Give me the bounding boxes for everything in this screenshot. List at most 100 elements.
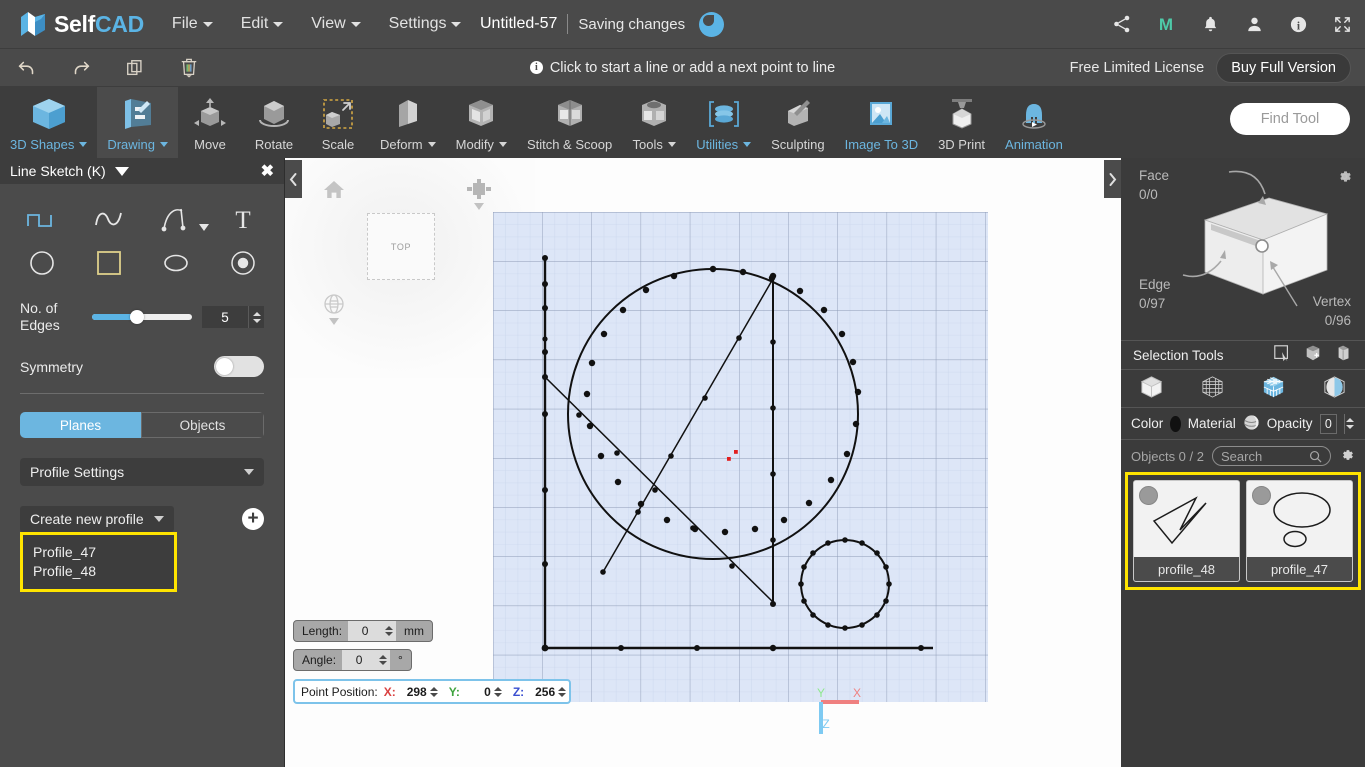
stepper-down-icon[interactable]	[1346, 425, 1355, 429]
close-icon[interactable]: ✖	[261, 161, 274, 181]
object-card-profile-47[interactable]: profile_47	[1246, 480, 1353, 582]
point-position-field[interactable]: Point Position: X: 298 Y: 0 Z: 256	[293, 679, 572, 704]
shaded-mode-icon[interactable]	[1322, 374, 1347, 404]
ribbon-animation[interactable]: Animation	[995, 87, 1073, 158]
stepper-up-icon[interactable]	[252, 311, 261, 316]
stepper-down-icon[interactable]	[558, 692, 567, 697]
planes-tab[interactable]: Planes	[20, 412, 141, 438]
wireframe-mode-icon[interactable]	[1200, 374, 1225, 404]
mesh-mode-icon[interactable]	[1261, 374, 1286, 404]
menu-file[interactable]: File	[172, 15, 213, 33]
box-add-icon[interactable]	[1304, 344, 1322, 367]
home-view-button[interactable]	[323, 179, 345, 205]
ribbon-move[interactable]: Move	[178, 87, 242, 158]
stepper-up-icon[interactable]	[429, 686, 438, 691]
menu-settings[interactable]: Settings	[389, 15, 462, 33]
length-stepper[interactable]	[382, 621, 397, 641]
length-field[interactable]: Length: 0 mm	[293, 620, 434, 642]
text-tool[interactable]: T	[209, 198, 276, 240]
stepper-up-icon[interactable]	[558, 686, 567, 691]
stepper-up-icon[interactable]	[493, 686, 502, 691]
angle-field[interactable]: Angle: 0 °	[293, 649, 412, 671]
objects-settings-button[interactable]	[1339, 447, 1355, 466]
y-stepper[interactable]	[491, 682, 505, 702]
menu-view[interactable]: View	[311, 15, 361, 33]
undo-button[interactable]	[0, 49, 54, 87]
collapse-left-panel-button[interactable]	[285, 160, 302, 198]
angle-stepper[interactable]	[376, 650, 391, 670]
user-icon[interactable]	[1243, 13, 1265, 35]
view-cube[interactable]: TOP	[367, 213, 435, 280]
globe-view-button[interactable]	[321, 293, 347, 332]
bezier-pen-tool[interactable]	[142, 198, 209, 240]
buy-full-version-button[interactable]: Buy Full Version	[1216, 52, 1351, 83]
expand-right-panel-button[interactable]	[1104, 160, 1121, 198]
profile-settings-dropdown[interactable]: Profile Settings	[20, 458, 264, 486]
length-value[interactable]: 0	[348, 621, 383, 641]
material-icon[interactable]	[1243, 414, 1260, 434]
info-icon[interactable]: i	[1287, 13, 1309, 35]
slider-knob[interactable]	[130, 310, 144, 324]
maker-m-icon[interactable]: M	[1155, 13, 1177, 35]
objects-tab[interactable]: Objects	[141, 412, 264, 438]
bell-icon[interactable]	[1199, 13, 1221, 35]
ribbon-rotate[interactable]: Rotate	[242, 87, 306, 158]
share-icon[interactable]	[1111, 13, 1133, 35]
edges-stepper[interactable]	[248, 306, 264, 328]
y-value[interactable]: 0	[463, 685, 491, 699]
stepper-up-icon[interactable]	[379, 655, 388, 659]
stepper-down-icon[interactable]	[493, 692, 502, 697]
ribbon-sculpting[interactable]: Sculpting	[761, 87, 834, 158]
ellipse-tool[interactable]	[142, 242, 209, 284]
delete-button[interactable]	[162, 49, 216, 87]
rectangle-tool[interactable]	[75, 242, 142, 284]
ribbon-stitch-scoop[interactable]: Stitch & Scoop	[517, 87, 622, 158]
stepper-down-icon[interactable]	[379, 661, 388, 665]
list-item-profile-48[interactable]: Profile_48	[33, 562, 174, 581]
stepper-down-icon[interactable]	[429, 692, 438, 697]
box-copy-icon[interactable]	[1335, 344, 1353, 367]
copy-button[interactable]	[108, 49, 162, 87]
ribbon-deform[interactable]: Deform	[370, 87, 446, 158]
object-card-profile-48[interactable]: profile_48	[1133, 480, 1240, 582]
rect-select-icon[interactable]	[1273, 344, 1291, 367]
z-value[interactable]: 256	[527, 685, 555, 699]
find-tool-input[interactable]: Find Tool	[1230, 103, 1350, 135]
app-logo[interactable]: SelfCAD	[18, 9, 144, 39]
triangle-down-icon[interactable]	[114, 166, 129, 176]
ribbon-tools[interactable]: Tools	[622, 87, 686, 158]
edges-value-input[interactable]: 5	[202, 306, 248, 328]
ribbon-utilities[interactable]: Utilities	[686, 87, 761, 158]
ribbon-scale[interactable]: Scale	[306, 87, 370, 158]
ribbon-drawing[interactable]: Drawing	[97, 87, 179, 158]
z-stepper[interactable]	[555, 682, 569, 702]
ribbon-image-to-3d[interactable]: Image To 3D	[835, 87, 928, 158]
create-new-profile-dropdown[interactable]: Create new profile	[20, 506, 174, 532]
stepper-up-icon[interactable]	[1346, 418, 1355, 422]
redo-button[interactable]	[54, 49, 108, 87]
circle-tool[interactable]	[8, 242, 75, 284]
chevron-down-icon[interactable]	[199, 224, 209, 231]
color-swatch[interactable]	[1170, 415, 1181, 432]
ribbon-modify[interactable]: Modify	[446, 87, 517, 158]
object-select-radio[interactable]	[1252, 486, 1271, 505]
symmetry-toggle[interactable]	[214, 356, 264, 377]
angle-value[interactable]: 0	[342, 650, 377, 670]
x-value[interactable]: 298	[399, 685, 427, 699]
concentric-circle-tool[interactable]	[209, 242, 276, 284]
object-select-radio[interactable]	[1139, 486, 1158, 505]
menu-edit[interactable]: Edit	[241, 15, 284, 33]
stepper-down-icon[interactable]	[385, 632, 394, 636]
document-title[interactable]: Untitled-57	[480, 15, 557, 33]
edges-slider[interactable]	[92, 310, 192, 324]
opacity-stepper[interactable]	[1344, 413, 1355, 434]
x-stepper[interactable]	[427, 682, 441, 702]
object-mode-icon[interactable]	[1139, 374, 1164, 404]
sketch-canvas[interactable]	[493, 212, 988, 702]
square-view-button[interactable]	[466, 178, 492, 215]
ribbon-3d-print[interactable]: 3D Print	[928, 87, 995, 158]
opacity-value-input[interactable]: 0	[1319, 413, 1338, 434]
ribbon-3d-shapes[interactable]: 3D Shapes	[0, 87, 97, 158]
add-profile-button[interactable]: +	[242, 508, 264, 530]
list-item-profile-47[interactable]: Profile_47	[33, 543, 174, 562]
